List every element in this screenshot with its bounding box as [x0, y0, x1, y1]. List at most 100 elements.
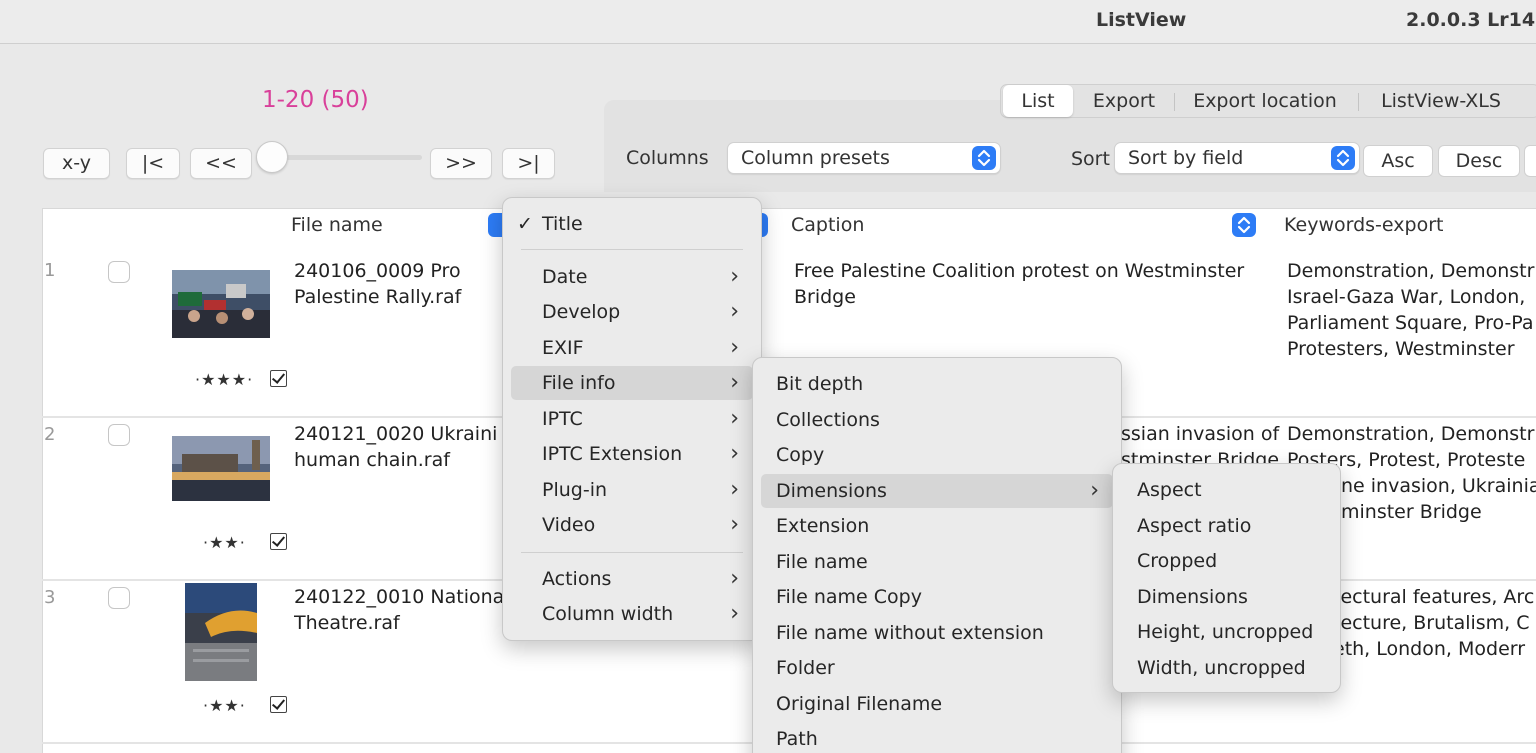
page-slider-track[interactable]	[272, 155, 422, 160]
menu-item-label: Actions	[542, 568, 612, 590]
keywords-line: minster Bridge	[1341, 501, 1482, 523]
menu-item-file-name-without-extension[interactable]: File name without extension	[761, 616, 1113, 650]
menu-item-aspect[interactable]: Aspect	[1121, 473, 1332, 507]
chevron-right-icon: ›	[730, 335, 739, 360]
menu-item-height-uncropped[interactable]: Height, uncropped	[1121, 615, 1332, 649]
photo-thumbnail[interactable]	[172, 270, 270, 338]
field-menu: ✓ Title Date › Develop › EXIF › File info › …	[502, 197, 762, 641]
column-presets-select[interactable]: Column presets	[727, 142, 1001, 174]
menu-item-collections[interactable]: Collections	[761, 403, 1113, 437]
file-name-cell: 240106_0009 Pro Palestine Rally.raf	[294, 258, 504, 310]
file-name-line: 240121_0020 Ukraini	[294, 423, 498, 445]
sort-field-select[interactable]: Sort by field	[1114, 142, 1360, 174]
menu-item-label: IPTC	[542, 408, 583, 430]
menu-item-path[interactable]: Path	[761, 722, 1113, 753]
menu-item-bit-depth[interactable]: Bit depth	[761, 367, 1113, 401]
tab-list[interactable]: List	[1003, 85, 1073, 117]
tab-export[interactable]: Export	[1079, 85, 1169, 117]
tab-listview-xls[interactable]: ListView-XLS	[1366, 85, 1516, 117]
caption-cell: Free Palestine Coalition protest on West…	[794, 258, 1269, 310]
row-number: 1	[44, 260, 56, 281]
keywords-line: tectural features, Arc	[1333, 586, 1535, 608]
caption-line: Bridge	[794, 286, 856, 308]
flag-checkbox[interactable]	[270, 370, 287, 387]
menu-item-label: Video	[542, 514, 596, 536]
app-version: 2.0.0.3 Lr14.	[1406, 9, 1536, 31]
file-name-line: Palestine Rally.raf	[294, 286, 462, 308]
next-page-button[interactable]: >>	[430, 148, 492, 179]
menu-item-label: File info	[542, 372, 616, 394]
menu-item-dimensions[interactable]: Dimensions	[1121, 580, 1332, 614]
menu-item-file-name[interactable]: File name	[761, 545, 1113, 579]
photo-thumbnail[interactable]	[172, 436, 270, 501]
caption-line: ssian invasion of	[1121, 423, 1280, 445]
tab-divider	[1174, 93, 1175, 111]
photo-thumbnail[interactable]	[185, 583, 257, 681]
row-select-checkbox[interactable]	[108, 587, 130, 609]
keywords-line: Israel-Gaza War, London,	[1287, 286, 1526, 308]
menu-item-iptc-extension[interactable]: IPTC Extension ›	[511, 437, 753, 471]
menu-item-folder[interactable]: Folder	[761, 651, 1113, 685]
menu-item-cropped[interactable]: Cropped	[1121, 544, 1332, 578]
updown-arrows-icon[interactable]	[1232, 213, 1256, 237]
menu-item-original-filename[interactable]: Original Filename	[761, 687, 1113, 721]
menu-item-iptc[interactable]: IPTC ›	[511, 402, 753, 436]
range-label: 1-20 (50)	[262, 87, 369, 113]
menu-item-video[interactable]: Video ›	[511, 508, 753, 542]
menu-item-copy[interactable]: Copy	[761, 438, 1113, 472]
sort-desc-button[interactable]: Desc	[1438, 145, 1520, 177]
menu-item-file-info[interactable]: File info ›	[511, 366, 753, 400]
sort-field-value: Sort by field	[1128, 147, 1244, 169]
menu-item-file-name-copy[interactable]: File name Copy	[761, 580, 1113, 614]
menu-item-date[interactable]: Date ›	[511, 260, 753, 294]
star-rating[interactable]: ·★★·	[203, 696, 246, 715]
menu-item-label: Develop	[542, 301, 621, 323]
column-header-caption[interactable]: Caption	[778, 210, 1262, 240]
menu-item-exif[interactable]: EXIF ›	[511, 331, 753, 365]
menu-item-title[interactable]: ✓ Title	[511, 207, 753, 241]
tab-export-location[interactable]: Export location	[1181, 85, 1349, 117]
extra-toolbar-button[interactable]	[1524, 145, 1536, 177]
sort-asc-button[interactable]: Asc	[1363, 145, 1433, 177]
menu-item-actions[interactable]: Actions ›	[511, 562, 753, 596]
keywords-cell-partial: ne invasion, Ukrainia minster Bridge	[1341, 473, 1536, 525]
xy-button[interactable]: x-y	[43, 148, 110, 179]
menu-item-width-uncropped[interactable]: Width, uncropped	[1121, 651, 1332, 685]
chevron-right-icon: ›	[730, 566, 739, 591]
prev-page-button[interactable]: <<	[190, 148, 252, 179]
file-name-line: Theatre.raf	[294, 612, 400, 634]
menu-item-column-width[interactable]: Column width ›	[511, 597, 753, 631]
keywords-line: Demonstration, Demonstr	[1287, 423, 1535, 445]
menu-item-label: EXIF	[542, 337, 584, 359]
keywords-line: eth, London, Moderr	[1333, 638, 1526, 660]
menu-item-dimensions[interactable]: Dimensions ›	[761, 474, 1113, 508]
file-name-line: 240122_0010 Nationa	[294, 586, 504, 608]
menu-item-label: Plug-in	[542, 479, 608, 501]
menu-item-label: IPTC Extension	[542, 443, 683, 465]
keywords-line: Protesters, Westminster	[1287, 338, 1515, 360]
page-slider-knob[interactable]	[256, 141, 288, 173]
menu-item-plug-in[interactable]: Plug-in ›	[511, 473, 753, 507]
menu-item-extension[interactable]: Extension	[761, 509, 1113, 543]
menu-item-develop[interactable]: Develop ›	[511, 295, 753, 329]
chevron-right-icon: ›	[1090, 478, 1099, 503]
star-rating[interactable]: ·★★·	[203, 533, 246, 552]
updown-arrows-icon	[972, 146, 996, 170]
star-rating[interactable]: ·★★★·	[195, 370, 253, 389]
first-page-button[interactable]: |<	[126, 148, 180, 179]
column-header-keywords[interactable]: Keywords-export	[1272, 210, 1536, 240]
row-select-checkbox[interactable]	[108, 424, 130, 446]
flag-checkbox[interactable]	[270, 533, 287, 550]
tab-divider	[1358, 93, 1359, 111]
last-page-button[interactable]: >|	[502, 148, 555, 179]
sort-label: Sort	[1071, 148, 1110, 170]
file-name-cell: 240122_0010 Nationa Theatre.raf	[294, 584, 504, 636]
menu-item-label: Date	[542, 266, 588, 288]
column-header-file-name[interactable]: File name	[278, 210, 508, 240]
column-presets-value: Column presets	[741, 147, 890, 169]
keywords-cell: Demonstration, Demonstr Israel-Gaza War,…	[1287, 258, 1536, 362]
row-number: 3	[44, 587, 56, 608]
row-select-checkbox[interactable]	[108, 261, 130, 283]
flag-checkbox[interactable]	[270, 696, 287, 713]
menu-item-aspect-ratio[interactable]: Aspect ratio	[1121, 509, 1332, 543]
